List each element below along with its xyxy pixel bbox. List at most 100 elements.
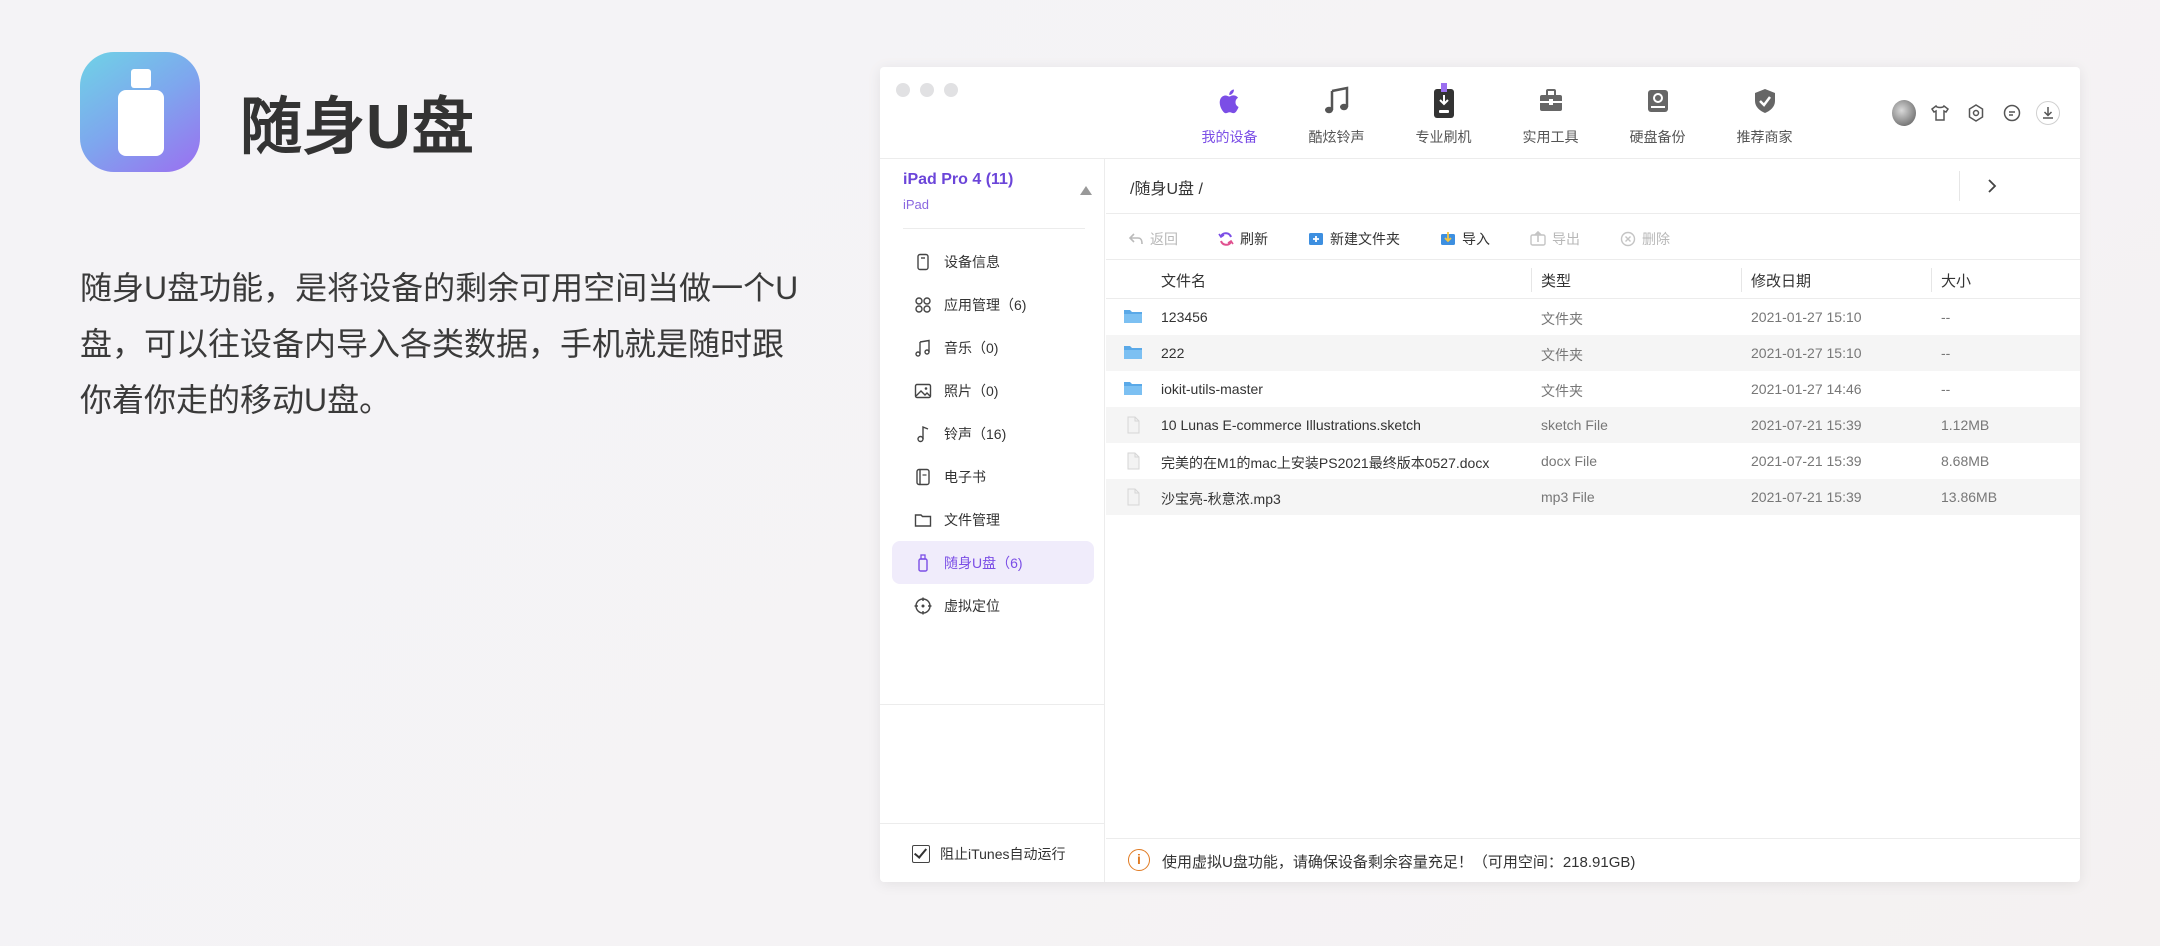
sidebar: iPad Pro 4 (11) iPad 设备信息 应用管理（6) 音乐（0) …	[880, 159, 1105, 882]
hard-drive-backup-icon	[1647, 90, 1668, 112]
minimize-window-button[interactable]	[920, 83, 934, 97]
sidebar-item-label: 虚拟定位	[944, 597, 1000, 614]
download-icon	[2043, 107, 2053, 119]
tab-label: 推荐商家	[1736, 129, 1793, 145]
folder-icon	[1124, 310, 1142, 323]
sidebar-item-ebooks[interactable]: 电子书	[892, 455, 1094, 498]
sidebar-item-usb-drive[interactable]: 随身U盘（6)	[892, 541, 1094, 584]
usb-drive-icon	[918, 553, 928, 572]
file-name: 123456	[1161, 309, 1208, 325]
sidebar-item-file-management[interactable]: 文件管理	[892, 498, 1094, 541]
folder-icon	[1124, 382, 1142, 395]
sidebar-item-virtual-location[interactable]: 虚拟定位	[892, 584, 1094, 627]
new-folder-icon	[1309, 233, 1323, 245]
maximize-window-button[interactable]	[944, 83, 958, 97]
table-row[interactable]: 222 文件夹 2021-01-27 15:10 --	[1106, 335, 2080, 371]
skin-button[interactable]	[1928, 101, 1952, 125]
hero-title: 随身U盘	[240, 93, 475, 162]
toolbox-icon	[1539, 89, 1562, 111]
apple-icon	[1219, 89, 1239, 114]
table-row[interactable]: 123456 文件夹 2021-01-27 15:10 --	[1106, 299, 2080, 335]
file-icon	[1127, 416, 1140, 434]
tab-ringtones[interactable]: 酷炫铃声	[1283, 81, 1390, 147]
tab-pro-flash[interactable]: 专业刷机	[1390, 81, 1497, 147]
folder-icon	[914, 513, 932, 527]
import-label: 导入	[1462, 231, 1490, 247]
top-actions	[1892, 100, 2060, 126]
tab-recommended-merchants[interactable]: 推荐商家	[1711, 81, 1818, 147]
sidebar-item-label: 文件管理	[944, 511, 1000, 528]
feedback-button[interactable]	[2000, 101, 2024, 125]
column-resize-handle[interactable]	[1741, 268, 1742, 292]
column-header-modified[interactable]: 修改日期	[1751, 270, 1811, 291]
status-message: 使用虚拟U盘功能，请确保设备剩余容量充足！（可用空间：218.91GB)	[1162, 854, 1636, 871]
sidebar-item-apps[interactable]: 应用管理（6)	[892, 283, 1094, 326]
close-window-button[interactable]	[896, 83, 910, 97]
status-bar: i 使用虚拟U盘功能，请确保设备剩余容量充足！（可用空间：218.91GB)	[1106, 838, 2080, 882]
table-row[interactable]: iokit-utils-master 文件夹 2021-01-27 14:46 …	[1106, 371, 2080, 407]
table-row[interactable]: 沙宝亮-秋意浓.mp3 mp3 File 2021-07-21 15:39 13…	[1106, 479, 2080, 515]
table-row[interactable]: 10 Lunas E-commerce Illustrations.sketch…	[1106, 407, 2080, 443]
column-header-type[interactable]: 类型	[1541, 270, 1571, 291]
checkbox-checked-icon[interactable]	[912, 845, 930, 863]
file-size: 1.12MB	[1941, 417, 1990, 433]
toolbar: 返回 刷新 新建文件夹 导入 导出 删除	[1128, 229, 1710, 249]
file-date: 2021-01-27 15:10	[1751, 345, 1862, 361]
refresh-button[interactable]: 刷新	[1218, 229, 1268, 249]
device-switch-caret-icon[interactable]	[1080, 186, 1092, 195]
column-resize-handle[interactable]	[1531, 268, 1532, 292]
ebook-icon	[916, 468, 930, 485]
tab-utilities[interactable]: 实用工具	[1497, 81, 1604, 147]
import-icon	[1441, 232, 1455, 245]
file-type: sketch File	[1541, 417, 1608, 433]
back-label: 返回	[1150, 231, 1178, 247]
new-folder-button[interactable]: 新建文件夹	[1308, 229, 1400, 249]
block-itunes-autorun-checkbox[interactable]: 阻止iTunes自动运行	[912, 844, 1066, 864]
import-button[interactable]: 导入	[1440, 229, 1490, 249]
file-name: 完美的在M1的mac上安装PS2021最终版本0527.docx	[1161, 455, 1490, 471]
file-size: --	[1941, 381, 1951, 397]
photo-icon	[914, 383, 932, 398]
sidebar-item-ringtones[interactable]: 铃声（16)	[892, 412, 1094, 455]
table-row[interactable]: 完美的在M1的mac上安装PS2021最终版本0527.docx docx Fi…	[1106, 443, 2080, 479]
column-header-name[interactable]: 文件名	[1161, 270, 1206, 291]
user-avatar-button[interactable]	[1892, 100, 1916, 126]
divider	[880, 823, 1105, 824]
tab-label: 硬盘备份	[1629, 129, 1686, 145]
info-icon: i	[1128, 849, 1150, 871]
sidebar-item-music[interactable]: 音乐（0)	[892, 326, 1094, 369]
file-date: 2021-07-21 15:39	[1751, 417, 1862, 433]
music-icon	[915, 339, 930, 357]
usb-stick-icon	[118, 69, 164, 156]
tab-drive-backup[interactable]: 硬盘备份	[1604, 81, 1711, 147]
tab-label: 我的设备	[1201, 129, 1258, 145]
forward-button[interactable]	[1986, 177, 1998, 200]
downloads-button[interactable]	[2036, 101, 2060, 125]
file-icon	[1127, 488, 1140, 506]
file-date: 2021-07-21 15:39	[1751, 453, 1862, 469]
sidebar-item-device-info[interactable]: 设备信息	[892, 240, 1094, 283]
settings-button[interactable]	[1964, 101, 1988, 125]
delete-label: 删除	[1642, 231, 1670, 247]
delete-button[interactable]: 删除	[1620, 229, 1670, 249]
sidebar-item-label: 铃声（16)	[944, 425, 1007, 442]
back-button[interactable]: 返回	[1128, 229, 1178, 249]
column-resize-handle[interactable]	[1931, 268, 1932, 292]
file-size: 13.86MB	[1941, 489, 1998, 505]
file-name: 10 Lunas E-commerce Illustrations.sketch	[1161, 417, 1421, 433]
export-button[interactable]: 导出	[1530, 229, 1580, 249]
file-date: 2021-01-27 15:10	[1751, 309, 1862, 325]
chat-bubble-icon	[2003, 104, 2021, 122]
path-bar: /随身U盘 /	[1106, 159, 2080, 214]
export-label: 导出	[1552, 231, 1580, 247]
location-target-icon	[914, 597, 932, 614]
device-type: iPad	[903, 197, 930, 212]
sidebar-menu: 设备信息 应用管理（6) 音乐（0) 照片（0) 铃声（16) 电子书 文件管理…	[892, 240, 1094, 627]
hero-description: 随身U盘功能，是将设备的剩余可用空间当做一个U盘，可以往设备内导入各类数据，手机…	[80, 270, 799, 418]
file-size: --	[1941, 345, 1951, 361]
column-header-size[interactable]: 大小	[1941, 270, 1971, 291]
apps-icon	[915, 296, 931, 313]
divider	[1959, 171, 1960, 201]
sidebar-item-photos[interactable]: 照片（0)	[892, 369, 1094, 412]
tab-my-device[interactable]: 我的设备	[1176, 81, 1283, 147]
